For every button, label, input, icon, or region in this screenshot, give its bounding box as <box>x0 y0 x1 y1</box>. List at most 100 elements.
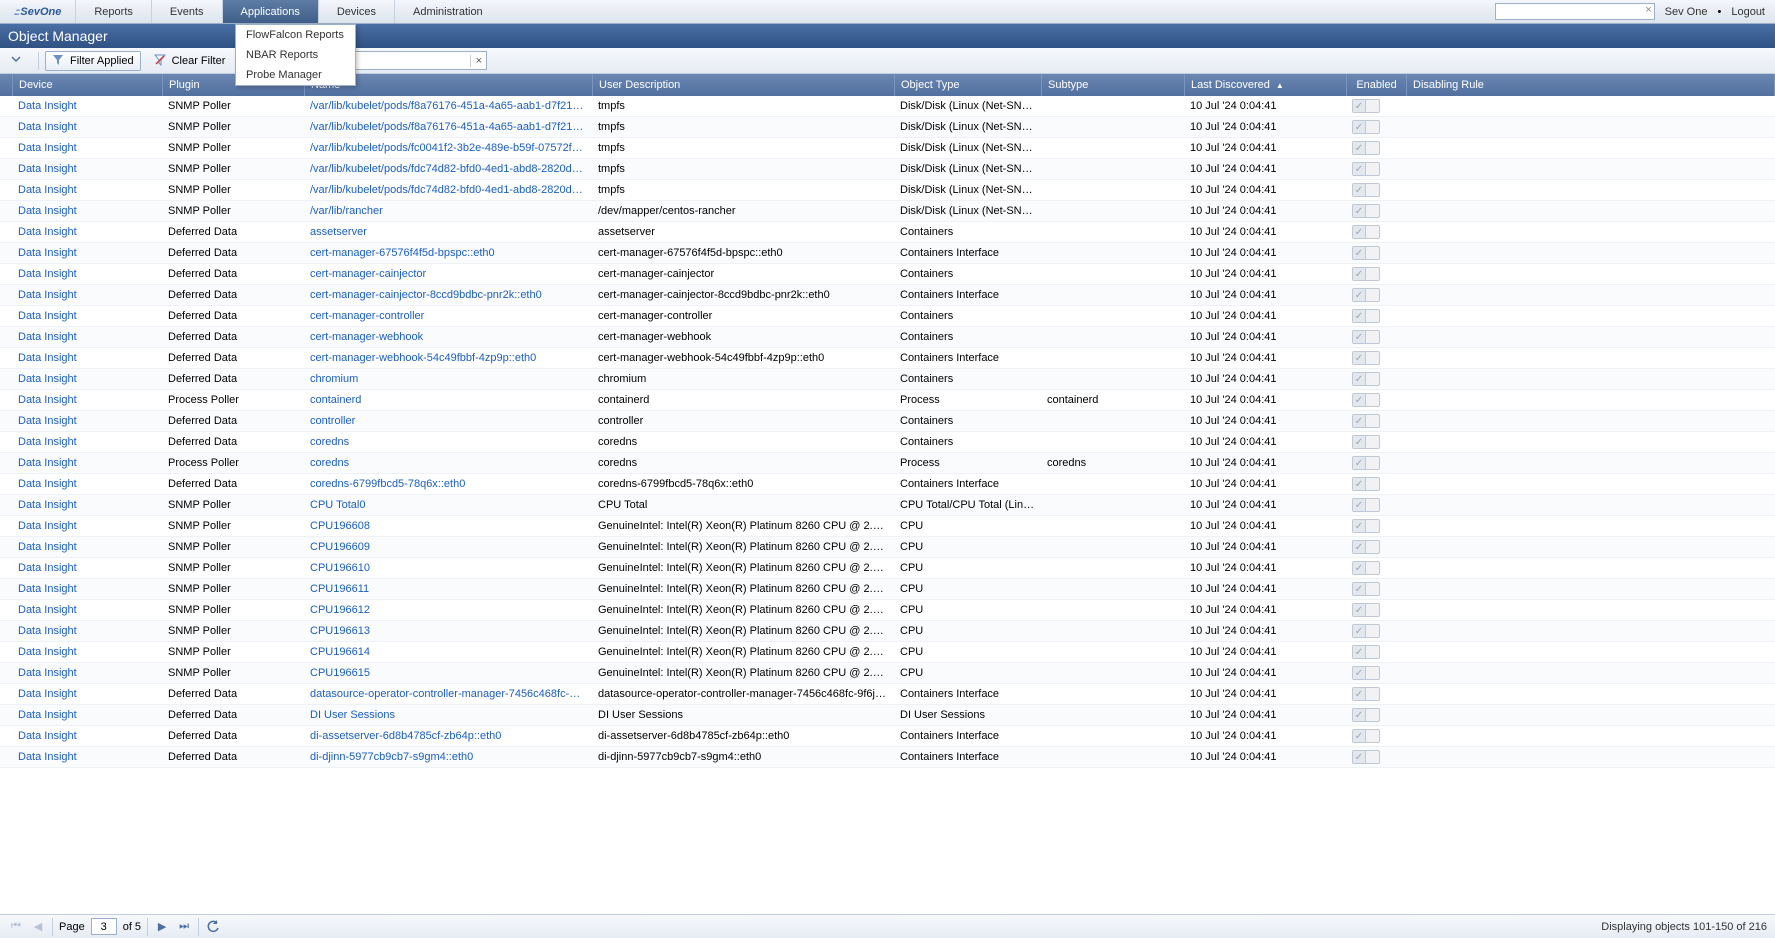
table-row[interactable]: Data InsightSNMP PollerCPU196615GenuineI… <box>0 663 1775 684</box>
enabled-toggle[interactable]: ✓ <box>1346 267 1406 281</box>
name-link[interactable]: coredns-6799fbcd5-78q6x::eth0 <box>304 478 592 490</box>
enabled-toggle[interactable]: ✓ <box>1346 708 1406 722</box>
name-link[interactable]: datasource-operator-controller-manager-7… <box>304 688 592 700</box>
logout-link[interactable]: Logout <box>1731 6 1765 18</box>
col-enabled[interactable]: Enabled <box>1347 74 1407 96</box>
name-link[interactable]: controller <box>304 415 592 427</box>
table-row[interactable]: Data InsightDeferred Datacert-manager-co… <box>0 306 1775 327</box>
device-link[interactable]: Data Insight <box>12 646 162 658</box>
name-link[interactable]: cert-manager-webhook <box>304 331 592 343</box>
enabled-toggle[interactable]: ✓ <box>1346 435 1406 449</box>
enabled-toggle[interactable]: ✓ <box>1346 309 1406 323</box>
device-link[interactable]: Data Insight <box>12 709 162 721</box>
table-row[interactable]: Data InsightSNMP Poller/var/lib/kubelet/… <box>0 180 1775 201</box>
table-row[interactable]: Data InsightSNMP PollerCPU196612GenuineI… <box>0 600 1775 621</box>
name-link[interactable]: /var/lib/rancher <box>304 205 592 217</box>
device-link[interactable]: Data Insight <box>12 247 162 259</box>
menu-item[interactable]: NBAR Reports <box>236 45 355 65</box>
enabled-toggle[interactable]: ✓ <box>1346 477 1406 491</box>
menu-item[interactable]: Probe Manager <box>236 65 355 85</box>
user-link[interactable]: Sev One <box>1665 6 1708 18</box>
device-link[interactable]: Data Insight <box>12 730 162 742</box>
name-link[interactable]: chromium <box>304 373 592 385</box>
table-row[interactable]: Data InsightDeferred Datacert-manager-we… <box>0 348 1775 369</box>
table-row[interactable]: Data InsightDeferred Datacert-manager-67… <box>0 243 1775 264</box>
name-link[interactable]: CPU196615 <box>304 667 592 679</box>
col-object-type[interactable]: Object Type <box>895 74 1042 96</box>
next-page-button[interactable]: ▶ <box>154 919 170 935</box>
prev-page-button[interactable]: ◀ <box>30 919 46 935</box>
name-link[interactable]: coredns <box>304 436 592 448</box>
name-link[interactable]: CPU Total0 <box>304 499 592 511</box>
table-row[interactable]: Data InsightSNMP PollerCPU196614GenuineI… <box>0 642 1775 663</box>
name-link[interactable]: /var/lib/kubelet/pods/f8a76176-451a-4a65… <box>304 121 592 133</box>
enabled-toggle[interactable]: ✓ <box>1346 750 1406 764</box>
table-row[interactable]: Data InsightSNMP Poller/var/lib/kubelet/… <box>0 117 1775 138</box>
table-row[interactable]: Data InsightProcess Pollercorednscoredns… <box>0 453 1775 474</box>
name-link[interactable]: /var/lib/kubelet/pods/fdc74d82-bfd0-4ed1… <box>304 184 592 196</box>
page-input[interactable] <box>91 918 117 935</box>
table-row[interactable]: Data InsightDeferred Datacert-manager-ca… <box>0 285 1775 306</box>
enabled-toggle[interactable]: ✓ <box>1346 645 1406 659</box>
device-link[interactable]: Data Insight <box>12 478 162 490</box>
enabled-toggle[interactable]: ✓ <box>1346 393 1406 407</box>
device-link[interactable]: Data Insight <box>12 310 162 322</box>
device-link[interactable]: Data Insight <box>12 331 162 343</box>
enabled-toggle[interactable]: ✓ <box>1346 183 1406 197</box>
table-row[interactable]: Data InsightProcess Pollercontainerdcont… <box>0 390 1775 411</box>
device-link[interactable]: Data Insight <box>12 268 162 280</box>
name-link[interactable]: CPU196608 <box>304 520 592 532</box>
table-row[interactable]: Data InsightDeferred Datachromiumchromiu… <box>0 369 1775 390</box>
device-link[interactable]: Data Insight <box>12 583 162 595</box>
name-link[interactable]: cert-manager-cainjector <box>304 268 592 280</box>
device-link[interactable]: Data Insight <box>12 541 162 553</box>
name-link[interactable]: CPU196610 <box>304 562 592 574</box>
name-link[interactable]: CPU196609 <box>304 541 592 553</box>
enabled-toggle[interactable]: ✓ <box>1346 288 1406 302</box>
enabled-toggle[interactable]: ✓ <box>1346 414 1406 428</box>
enabled-toggle[interactable]: ✓ <box>1346 246 1406 260</box>
name-link[interactable]: coredns <box>304 457 592 469</box>
enabled-toggle[interactable]: ✓ <box>1346 204 1406 218</box>
device-link[interactable]: Data Insight <box>12 289 162 301</box>
device-link[interactable]: Data Insight <box>12 667 162 679</box>
device-link[interactable]: Data Insight <box>12 751 162 763</box>
col-subtype[interactable]: Subtype <box>1042 74 1185 96</box>
name-link[interactable]: cert-manager-webhook-54c49fbbf-4zp9p::et… <box>304 352 592 364</box>
device-link[interactable]: Data Insight <box>12 562 162 574</box>
table-row[interactable]: Data InsightSNMP Poller/var/lib/kubelet/… <box>0 96 1775 117</box>
nav-administration[interactable]: Administration <box>394 0 501 23</box>
enabled-toggle[interactable]: ✓ <box>1346 330 1406 344</box>
enabled-toggle[interactable]: ✓ <box>1346 624 1406 638</box>
name-link[interactable]: containerd <box>304 394 592 406</box>
name-link[interactable]: di-assetserver-6d8b4785cf-zb64p::eth0 <box>304 730 592 742</box>
nav-reports[interactable]: Reports <box>75 0 151 23</box>
name-link[interactable]: /var/lib/kubelet/pods/f8a76176-451a-4a65… <box>304 100 592 112</box>
name-link[interactable]: CPU196612 <box>304 604 592 616</box>
name-link[interactable]: di-djinn-5977cb9cb7-s9gm4::eth0 <box>304 751 592 763</box>
nav-devices[interactable]: Devices <box>318 0 394 23</box>
device-link[interactable]: Data Insight <box>12 520 162 532</box>
col-disabling-rule[interactable]: Disabling Rule <box>1407 74 1775 96</box>
nav-events[interactable]: Events <box>151 0 222 23</box>
filter-applied-button[interactable]: Filter Applied <box>45 51 141 71</box>
table-row[interactable]: Data InsightDeferred DataDI User Session… <box>0 705 1775 726</box>
table-row[interactable]: Data InsightSNMP PollerCPU196608GenuineI… <box>0 516 1775 537</box>
device-link[interactable]: Data Insight <box>12 142 162 154</box>
table-row[interactable]: Data InsightSNMP PollerCPU196613GenuineI… <box>0 621 1775 642</box>
enabled-toggle[interactable]: ✓ <box>1346 729 1406 743</box>
table-row[interactable]: Data InsightSNMP Poller/var/lib/rancher/… <box>0 201 1775 222</box>
name-link[interactable]: cert-manager-cainjector-8ccd9bdbc-pnr2k:… <box>304 289 592 301</box>
enabled-toggle[interactable]: ✓ <box>1346 603 1406 617</box>
device-link[interactable]: Data Insight <box>12 205 162 217</box>
enabled-toggle[interactable]: ✓ <box>1346 666 1406 680</box>
device-link[interactable]: Data Insight <box>12 457 162 469</box>
enabled-toggle[interactable]: ✓ <box>1346 498 1406 512</box>
table-row[interactable]: Data InsightDeferred Datadi-djinn-5977cb… <box>0 747 1775 768</box>
table-row[interactable]: Data InsightDeferred Datacert-manager-ca… <box>0 264 1775 285</box>
device-link[interactable]: Data Insight <box>12 352 162 364</box>
table-row[interactable]: Data InsightDeferred Dataassetserverasse… <box>0 222 1775 243</box>
device-link[interactable]: Data Insight <box>12 163 162 175</box>
clear-icon[interactable]: × <box>1645 4 1651 16</box>
object-grid[interactable]: Data InsightSNMP Poller/var/lib/kubelet/… <box>0 96 1775 914</box>
